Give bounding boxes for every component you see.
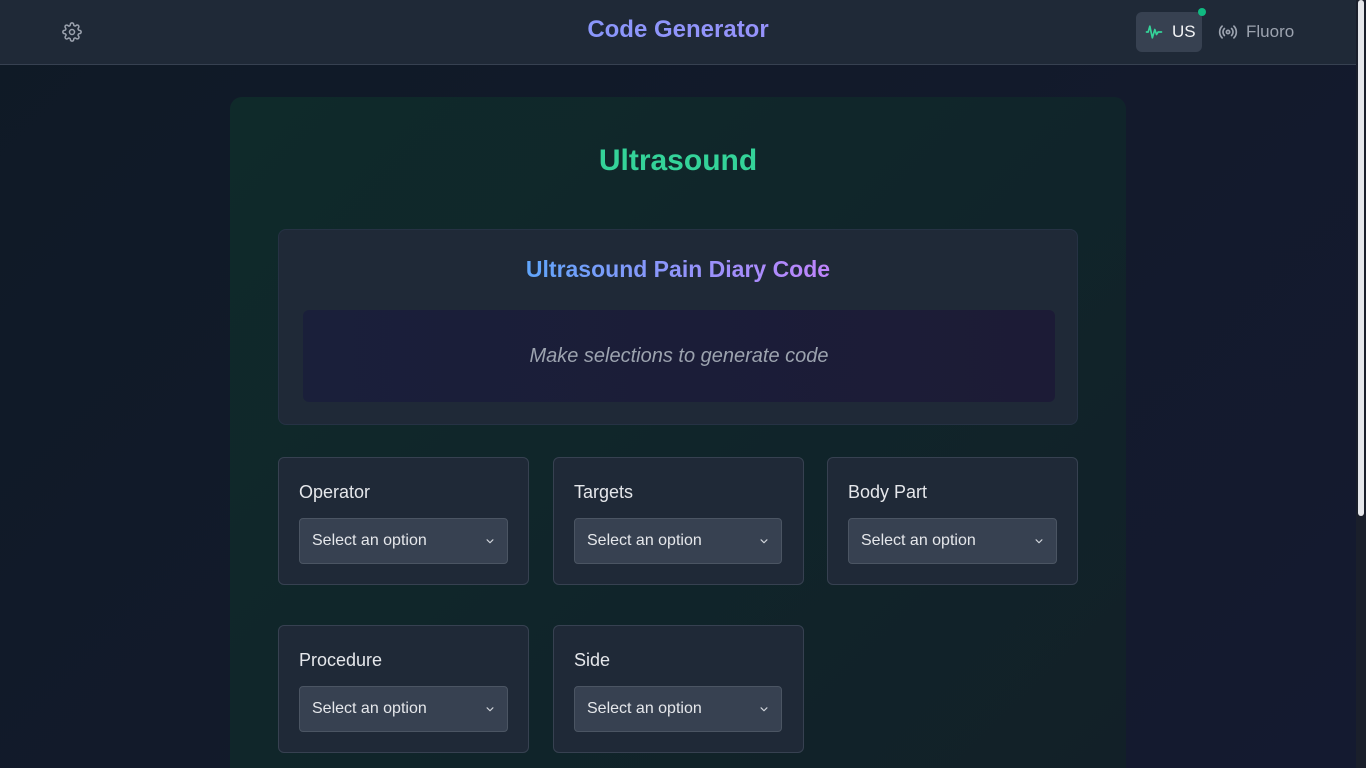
mode-button-us[interactable]: US (1136, 12, 1202, 52)
chevron-down-icon (760, 539, 768, 544)
body-part-select-value: Select an option (861, 532, 976, 549)
side-select-value: Select an option (587, 700, 702, 717)
top-bar: Code Generator US Fluoro (0, 0, 1356, 65)
chevron-down-icon (1035, 539, 1043, 544)
mode-button-fluoro[interactable]: Fluoro (1214, 12, 1300, 52)
mode-label-fluoro: Fluoro (1246, 22, 1295, 41)
targets-select[interactable]: Select an option (574, 518, 782, 564)
section-title: Ultrasound (598, 144, 758, 177)
field-targets: Targets Select an option (553, 457, 804, 585)
field-procedure: Procedure Select an option (278, 625, 529, 753)
field-side: Side Select an option (553, 625, 804, 753)
chevron-down-icon (760, 707, 768, 712)
scrollbar-thumb[interactable] (1358, 0, 1364, 516)
field-label-side: Side (574, 650, 611, 670)
operator-select[interactable]: Select an option (299, 518, 508, 564)
field-label-targets: Targets (574, 482, 634, 502)
mode-label-us: US (1172, 22, 1196, 41)
field-label-body-part: Body Part (848, 482, 928, 502)
operator-select-value: Select an option (312, 532, 427, 549)
field-operator: Operator Select an option (278, 457, 529, 585)
body-part-select[interactable]: Select an option (848, 518, 1057, 564)
side-select[interactable]: Select an option (574, 686, 782, 732)
waveform-icon (1145, 25, 1163, 39)
chevron-down-icon (486, 539, 494, 544)
active-status-dot (1198, 8, 1206, 16)
ultrasound-panel: Ultrasound Ultrasound Pain Diary Code Ma… (230, 97, 1126, 768)
field-label-procedure: Procedure (299, 650, 383, 670)
code-output: Make selections to generate code (303, 310, 1055, 402)
broadcast-icon (1218, 25, 1238, 39)
chevron-down-icon (486, 707, 494, 712)
procedure-select[interactable]: Select an option (299, 686, 508, 732)
code-card: Ultrasound Pain Diary Code Make selectio… (278, 229, 1078, 425)
code-card-title: Ultrasound Pain Diary Code (279, 256, 1077, 283)
procedure-select-value: Select an option (312, 700, 427, 717)
field-body-part: Body Part Select an option (827, 457, 1078, 585)
field-label-operator: Operator (299, 482, 371, 502)
targets-select-value: Select an option (587, 532, 702, 549)
page-scrollbar[interactable] (1356, 0, 1366, 768)
code-card-title-text: Ultrasound Pain Diary Code (525, 256, 831, 282)
